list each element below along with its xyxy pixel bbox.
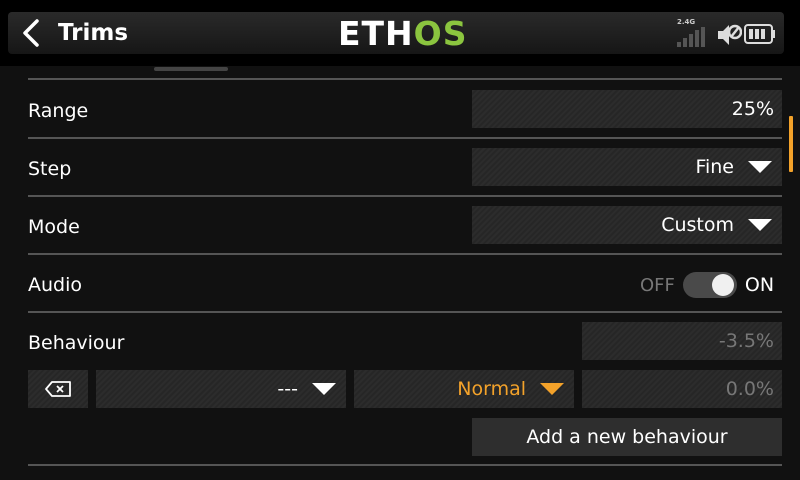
step-label: Step [28, 158, 72, 180]
audio-label: Audio [28, 274, 83, 296]
behaviour-offset-value: 0.0% [725, 378, 774, 400]
divider [28, 195, 782, 197]
toggle-knob [711, 274, 734, 296]
settings-list: Range 25% Step Fine Mode Custom Audio OF… [0, 66, 800, 480]
behaviour-type-dropdown[interactable]: Normal [354, 370, 574, 408]
range-label: Range [28, 100, 89, 122]
chevron-down-icon [540, 383, 564, 395]
ethos-logo: ETHOS [338, 14, 468, 53]
behaviour-type-value: Normal [457, 378, 526, 400]
behaviour-top-value: -3.5% [718, 330, 774, 352]
scrollbar[interactable] [789, 116, 793, 172]
behaviour-value-field[interactable]: -3.5% [582, 322, 782, 360]
range-field[interactable]: 25% [472, 90, 782, 128]
delete-icon [45, 381, 71, 397]
toggle-off-label: OFF [640, 274, 675, 296]
chevron-down-icon [748, 219, 772, 231]
chevron-down-icon [312, 383, 336, 395]
divider [28, 253, 782, 255]
signal-strength-icon [677, 27, 705, 47]
speaker-muted-icon [718, 24, 742, 45]
add-behaviour-label: Add a new behaviour [526, 426, 728, 448]
mode-dropdown[interactable]: Custom [472, 206, 782, 244]
step-dropdown[interactable]: Fine [472, 148, 782, 186]
mode-label: Mode [28, 216, 80, 238]
chevron-down-icon [748, 161, 772, 173]
behaviour-offset-field[interactable]: 0.0% [582, 370, 782, 408]
drag-handle[interactable] [154, 67, 228, 71]
mode-value: Custom [661, 214, 734, 236]
header-bar: Trims ETHOS 2.4G [0, 0, 800, 66]
behaviour-source-dropdown[interactable]: --- [96, 370, 346, 408]
behaviour-label: Behaviour [28, 332, 125, 354]
toggle-track[interactable] [682, 272, 737, 298]
page-title: Trims [58, 20, 129, 46]
signal-band-label: 2.4G [677, 18, 696, 26]
delete-behaviour-button[interactable] [28, 370, 88, 408]
back-button[interactable] [14, 16, 48, 50]
audio-toggle[interactable]: OFF ON [640, 271, 774, 299]
divider [28, 78, 782, 80]
battery-icon [744, 24, 775, 44]
toggle-on-label: ON [744, 274, 775, 296]
behaviour-source-value: --- [277, 378, 298, 400]
range-value: 25% [731, 98, 774, 120]
divider [28, 464, 782, 466]
step-value: Fine [695, 156, 734, 178]
add-behaviour-button[interactable]: Add a new behaviour [472, 418, 782, 456]
divider [28, 311, 782, 313]
chevron-left-icon [23, 19, 39, 47]
divider [28, 137, 782, 139]
